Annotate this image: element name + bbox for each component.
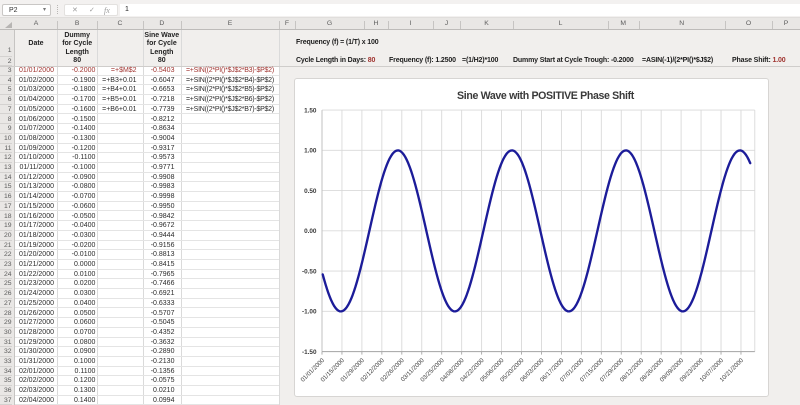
svg-text:-0.50: -0.50 — [302, 269, 317, 276]
svg-text:0.00: 0.00 — [304, 228, 317, 235]
svg-text:0.50: 0.50 — [304, 188, 317, 195]
svg-text:1.50: 1.50 — [304, 108, 317, 115]
svg-text:-1.00: -1.00 — [302, 309, 317, 316]
svg-text:-1.50: -1.50 — [302, 349, 317, 356]
svg-text:1.00: 1.00 — [304, 148, 317, 155]
